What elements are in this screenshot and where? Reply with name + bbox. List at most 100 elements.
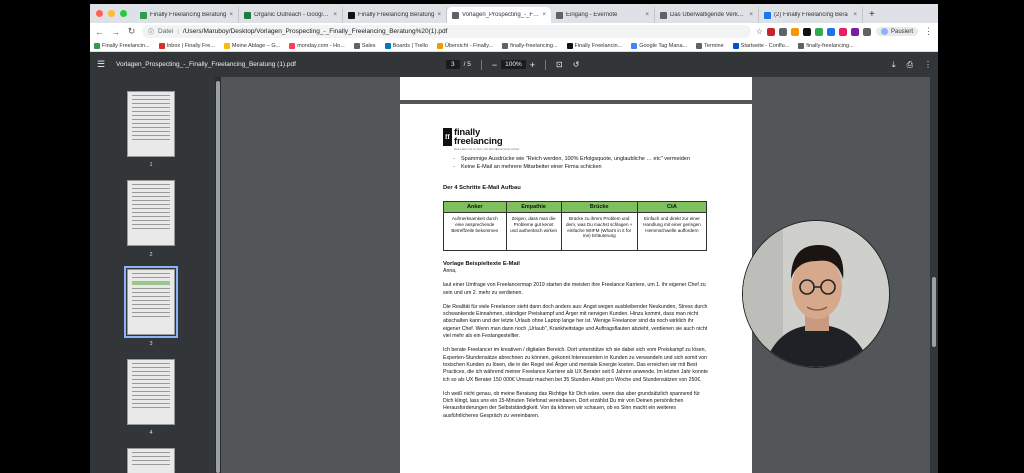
tab-title: Finally Freelancing Beratung xyxy=(358,12,435,18)
pdf-actions: ⤓ ⎙ ⋮ xyxy=(892,60,932,70)
tab[interactable]: Organic Outreach - Google Ta × xyxy=(239,7,343,23)
back-icon[interactable]: ← xyxy=(94,27,105,37)
extension-icon[interactable] xyxy=(814,27,823,36)
bookmark-favicon-icon xyxy=(353,42,360,49)
logo-mark-icon: ff xyxy=(443,128,452,146)
download-icon[interactable]: ⤓ xyxy=(892,60,896,70)
profile-button[interactable]: Pausiert xyxy=(875,27,918,36)
rotate-icon[interactable]: ↺ xyxy=(573,60,580,69)
tab[interactable]: Eingang - Evernote × xyxy=(551,7,655,23)
extension-icon[interactable] xyxy=(850,27,859,36)
bookmark-item[interactable]: Finally Freelancin... xyxy=(94,42,150,49)
page-thumbnail[interactable] xyxy=(127,91,175,157)
more-icon[interactable]: ⋮ xyxy=(924,60,932,70)
bookmark-item[interactable]: Inbox | Finally Fre... xyxy=(158,42,215,49)
close-tab-icon[interactable]: × xyxy=(437,12,441,18)
thumbnail-sidebar: 1 2 3 4 xyxy=(90,77,215,473)
table-header: Anker xyxy=(443,201,507,213)
extension-icon[interactable] xyxy=(838,27,847,36)
tab[interactable]: Finally Freelancing Beratung × xyxy=(343,7,447,23)
close-tab-icon[interactable]: × xyxy=(229,12,233,18)
tab-active[interactable]: Vorlagen_Prospecting_-_Fina × xyxy=(447,7,551,23)
table-header: Brücke xyxy=(560,201,638,213)
screen: Finally Freelancing Beratung × Organic Out… xyxy=(0,0,1024,473)
page-thumbnail[interactable] xyxy=(127,448,175,473)
minimize-window-button[interactable] xyxy=(108,10,115,17)
close-tab-icon[interactable]: × xyxy=(853,12,857,18)
pdf-page: ff finally freelancing Das Leben ist zu … xyxy=(400,104,752,473)
steps-table: Anker Empathie Brücke CtA Aufmerksamkeit… xyxy=(443,201,708,251)
thumbnail-label: 3 xyxy=(149,341,153,347)
page-thumbnail[interactable] xyxy=(127,180,175,246)
bookmark-item[interactable]: Meine Ablage – G... xyxy=(223,42,281,49)
sidebar-scrollbar[interactable] xyxy=(215,77,221,473)
table-header: Empathie xyxy=(505,201,562,213)
info-icon[interactable]: ⓘ xyxy=(148,27,154,36)
page-controls: 3 / 5 − 100% + ⊡ ↺ xyxy=(446,59,580,70)
bookmark-favicon-icon xyxy=(384,42,391,49)
extensions-area: ☆ xyxy=(756,27,871,36)
tab-title: Das Überwältigende Verkaufsr xyxy=(670,12,747,18)
profile-status: Pausiert xyxy=(890,28,913,35)
bookmark-label: Startseite - Conflu... xyxy=(740,42,790,49)
tab[interactable]: (2) Finally Freelancing Bera × xyxy=(759,7,863,23)
section-heading: Der 4 Schritte E-Mail Aufbau xyxy=(443,185,521,191)
fit-page-icon[interactable]: ⊡ xyxy=(556,60,563,69)
zoom-input[interactable]: 100% xyxy=(501,60,526,69)
paragraph: Ich weiß nicht genau, ob meine Beratung … xyxy=(443,390,700,419)
bookmark-item[interactable]: Sales xyxy=(353,42,376,49)
logo-tagline: Das Leben ist zu kurz, für fremdbestimmt… xyxy=(454,147,520,151)
bookmark-item[interactable]: Startseite - Conflu... xyxy=(732,42,790,49)
menu-icon[interactable]: ☰ xyxy=(90,59,112,70)
zoom-in-icon[interactable]: + xyxy=(530,60,535,70)
bookmark-item[interactable]: Übersicht - Finally... xyxy=(436,42,493,49)
bookmark-label: Meine Ablage – G... xyxy=(231,42,281,49)
page-number-input[interactable]: 3 xyxy=(446,60,460,69)
reload-icon[interactable]: ↻ xyxy=(126,26,137,37)
extension-icon[interactable] xyxy=(766,27,775,36)
close-tab-icon[interactable]: × xyxy=(749,12,753,18)
tab[interactable]: Finally Freelancing Beratung × xyxy=(135,7,239,23)
address-bar[interactable]: ⓘ Datei | /Users/Maruboy/Desktop/Vorlage… xyxy=(142,25,751,38)
bookmark-item[interactable]: Boards | Trello xyxy=(384,42,428,49)
bookmark-label: finally-freelancing... xyxy=(806,42,854,49)
list-item: Keine E-Mail an mehrere Mitarbeiter eine… xyxy=(453,163,709,171)
star-icon[interactable]: ☆ xyxy=(756,27,763,36)
thumbnail-label: 2 xyxy=(149,252,153,258)
bullet-list: Spammige Ausdrücke wie "Reich werden, 10… xyxy=(443,155,709,171)
pdf-toolbar: ☰ Vorlagen_Prospecting_-_Finally_Freelan… xyxy=(90,52,938,77)
close-window-button[interactable] xyxy=(96,10,103,17)
zoom-out-icon[interactable]: − xyxy=(492,60,497,70)
maximize-window-button[interactable] xyxy=(120,10,127,17)
bookmark-item[interactable]: Google Tag Mana... xyxy=(631,42,687,49)
extension-icon[interactable] xyxy=(826,27,835,36)
page-thumbnail-selected[interactable] xyxy=(124,266,178,338)
tab[interactable]: Das Überwältigende Verkaufsr × xyxy=(655,7,759,23)
puzzle-icon[interactable] xyxy=(862,27,871,36)
extension-icon[interactable] xyxy=(802,27,811,36)
divider xyxy=(545,59,547,70)
tab-favicon-icon xyxy=(452,11,459,19)
paragraph: Die Realität für viele Freelancer sieht … xyxy=(443,303,708,340)
menu-dots-icon[interactable]: ⋮ xyxy=(923,26,934,37)
tab-title: (2) Finally Freelancing Bera xyxy=(774,12,848,18)
extension-icon[interactable] xyxy=(778,27,787,36)
extension-icon[interactable] xyxy=(790,27,799,36)
bookmark-item[interactable]: finally-freelancing... xyxy=(502,42,558,49)
url-text: /Users/Maruboy/Desktop/Vorlagen_Prospect… xyxy=(182,28,448,35)
close-tab-icon[interactable]: × xyxy=(333,12,337,18)
main-scrollbar[interactable] xyxy=(930,77,938,473)
bookmark-item[interactable]: Termine xyxy=(696,42,724,49)
table-cell: Brücke zu ihrem Problem und dem, was Du … xyxy=(560,212,638,251)
bookmark-item[interactable]: Finally Freelancin... xyxy=(566,42,622,49)
page-thumbnail[interactable] xyxy=(127,359,175,425)
bookmark-item[interactable]: finally-freelancing... xyxy=(798,42,854,49)
close-tab-icon[interactable]: × xyxy=(645,12,649,18)
close-tab-icon[interactable]: × xyxy=(542,12,546,18)
bookmark-item[interactable]: monday.com - Ho... xyxy=(289,42,345,49)
print-icon[interactable]: ⎙ xyxy=(907,60,913,70)
new-tab-button[interactable]: + xyxy=(863,9,881,23)
bookmarks-bar: Finally Freelancin... Inbox | Finally Fre… xyxy=(90,40,938,52)
forward-icon[interactable]: → xyxy=(110,27,121,37)
previous-page-bottom xyxy=(400,77,752,100)
